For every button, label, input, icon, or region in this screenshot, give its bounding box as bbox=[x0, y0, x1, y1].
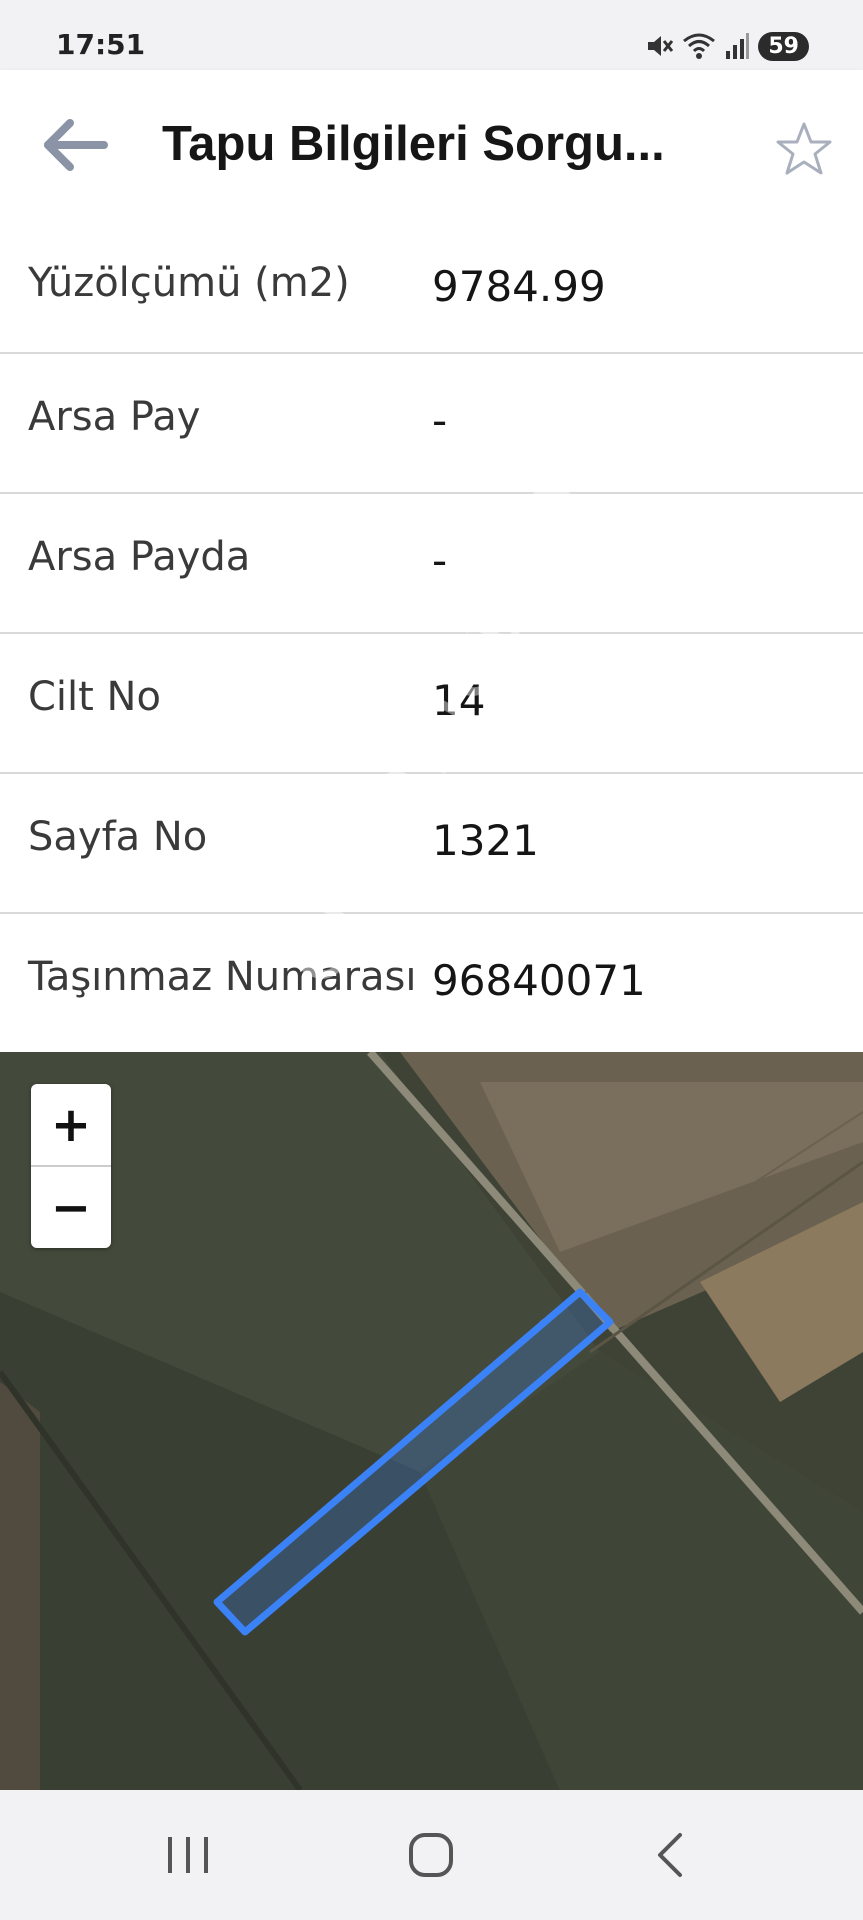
row-value: 96840071 bbox=[432, 956, 646, 1005]
row-value: 9784.99 bbox=[432, 262, 606, 311]
row-label: Arsa Payda bbox=[28, 534, 251, 580]
wifi-icon bbox=[683, 33, 716, 59]
info-row-tasinmaz-numarasi: Taşınmaz Numarası 96840071 bbox=[0, 914, 863, 1054]
battery-indicator: 59 bbox=[758, 31, 809, 61]
row-label: Sayfa No bbox=[28, 814, 208, 860]
star-outline-icon bbox=[776, 122, 832, 175]
back-icon bbox=[658, 1833, 682, 1877]
recent-apps-icon bbox=[168, 1837, 208, 1873]
back-button[interactable] bbox=[40, 115, 110, 175]
info-row-sayfa-no: Sayfa No 1321 bbox=[0, 774, 863, 914]
home-icon bbox=[409, 1833, 453, 1877]
status-icons: 59 bbox=[644, 28, 809, 64]
mute-icon bbox=[648, 36, 674, 56]
status-bar: 17:51 59 bbox=[0, 0, 863, 70]
zoom-out-button[interactable]: − bbox=[31, 1165, 111, 1248]
info-row-arsa-pay: Arsa Pay - bbox=[0, 354, 863, 494]
row-label: Arsa Pay bbox=[28, 394, 201, 440]
row-value: - bbox=[432, 396, 448, 445]
row-value: 14 bbox=[432, 676, 486, 725]
recent-apps-button[interactable] bbox=[148, 1825, 228, 1885]
zoom-in-button[interactable]: + bbox=[31, 1084, 111, 1165]
info-row-arsa-payda: Arsa Payda - bbox=[0, 494, 863, 634]
row-label: Cilt No bbox=[28, 674, 161, 720]
navigation-bar bbox=[0, 1790, 863, 1920]
status-time: 17:51 bbox=[56, 28, 146, 61]
info-list: Yüzölçümü (m2) 9784.99 Arsa Pay - Arsa P… bbox=[0, 220, 863, 1054]
app-bar: Tapu Bilgileri Sorgu... bbox=[0, 70, 863, 220]
row-label: Taşınmaz Numarası bbox=[28, 954, 417, 1000]
row-value: 1321 bbox=[432, 816, 539, 865]
favorite-button[interactable] bbox=[775, 120, 833, 178]
system-back-button[interactable] bbox=[630, 1825, 710, 1885]
row-label: Yüzölçümü (m2) bbox=[28, 260, 350, 306]
page-title: Tapu Bilgileri Sorgu... bbox=[162, 117, 665, 171]
info-row-cilt-no: Cilt No 14 bbox=[0, 634, 863, 774]
satellite-map[interactable]: + − bbox=[0, 1052, 863, 1790]
info-row-yuzolcumu: Yüzölçümü (m2) 9784.99 bbox=[0, 220, 863, 354]
arrow-left-icon bbox=[44, 119, 108, 171]
row-value: - bbox=[432, 536, 448, 585]
map-imagery bbox=[0, 1052, 863, 1790]
home-button[interactable] bbox=[391, 1825, 471, 1885]
zoom-control: + − bbox=[31, 1084, 111, 1248]
signal-icon bbox=[726, 33, 750, 59]
